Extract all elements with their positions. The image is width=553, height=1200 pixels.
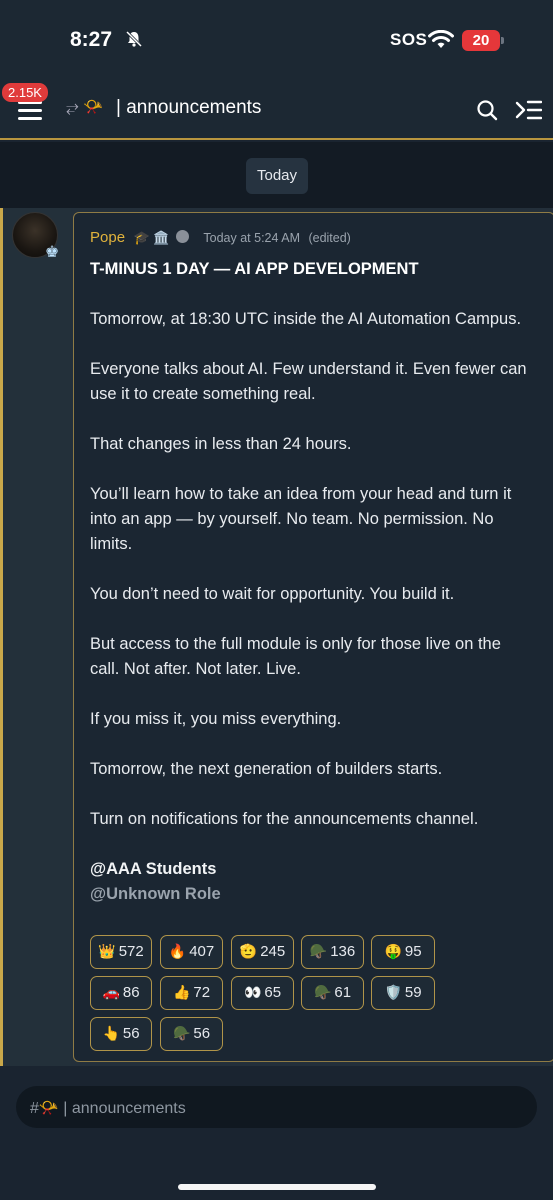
reaction-emoji-icon: 🤑 [384, 943, 402, 959]
members-panel-icon[interactable] [514, 98, 542, 122]
battery-indicator: 20 [462, 30, 500, 51]
message-meta: Pope 🎓 🏛️ Today at 5:24 AM (edited) [90, 229, 351, 249]
message-input[interactable]: #📯 | announcements [16, 1086, 537, 1128]
sos-indicator: SOS [390, 30, 428, 49]
status-bar: 8:27 SOS 20 [0, 0, 553, 80]
edited-label: (edited) [308, 231, 351, 245]
reaction-count: 61 [334, 984, 352, 1001]
reaction-count: 72 [193, 984, 211, 1001]
channel-title[interactable]: | announcements [116, 97, 261, 119]
clock: 8:27 [70, 28, 113, 51]
paragraph: You’ll learn how to take an idea from yo… [90, 485, 512, 553]
reaction-chip[interactable]: 🪖 61 [301, 976, 364, 1010]
wifi-icon [428, 30, 454, 48]
reaction-emoji-icon: 🔥 [168, 943, 187, 959]
role-mention[interactable]: @Unknown Role [90, 882, 530, 907]
reaction-chip[interactable]: 👑 572 [90, 935, 152, 969]
message-card: Pope 🎓 🏛️ Today at 5:24 AM (edited) T-MI… [73, 212, 553, 1062]
paragraph: That changes in less than 24 hours. [90, 435, 352, 453]
reaction-count: 572 [118, 943, 144, 960]
reaction-count: 136 [330, 943, 356, 960]
menu-button[interactable] [18, 101, 42, 121]
paragraph: But access to the full module is only fo… [90, 635, 501, 678]
date-divider: Today [0, 142, 553, 208]
author-name[interactable]: Pope [90, 229, 125, 246]
crown-badge-icon: ♚ [44, 244, 60, 261]
reaction-chip[interactable]: 🪖 56 [160, 1017, 223, 1051]
reaction-emoji-icon: 👍 [172, 984, 191, 1000]
reaction-emoji-icon: 🪖 [172, 1025, 191, 1041]
unread-badge: 2.15K [2, 83, 48, 102]
reaction-chip[interactable]: 🤑 95 [371, 935, 435, 969]
reaction-emoji-icon: 🛡️ [384, 984, 402, 1000]
message-headline: T-MINUS 1 DAY — AI APP DEVELOPMENT [90, 260, 419, 278]
reaction-chip[interactable]: 🔥 407 [160, 935, 223, 969]
home-indicator[interactable] [178, 1184, 376, 1190]
channel-header: 2.15K ⥂ 📯 | announcements [0, 80, 553, 140]
reaction-count: 407 [189, 943, 215, 960]
bell-muted-icon [125, 30, 143, 48]
composer-area: #📯 | announcements [0, 1066, 553, 1200]
reaction-emoji-icon: 🪖 [313, 984, 332, 1000]
reaction-emoji-icon: 🫡 [239, 943, 258, 959]
date-chip: Today [246, 158, 308, 194]
author-role-icons: 🎓 🏛️ [133, 230, 170, 245]
reaction-chip[interactable]: 🫡 245 [231, 935, 294, 969]
message-input-placeholder: #📯 | announcements [30, 1100, 186, 1117]
reaction-emoji-icon: 👑 [98, 943, 116, 959]
message-row: ♚ Pope 🎓 🏛️ Today at 5:24 AM (edited) T-… [0, 208, 553, 1066]
paragraph: You don’t need to wait for opportunity. … [90, 585, 455, 603]
paragraph: Tomorrow, the next generation of builder… [90, 760, 443, 778]
reaction-emoji-icon: 🚗 [102, 984, 120, 1000]
message-body: T-MINUS 1 DAY — AI APP DEVELOPMENT Tomor… [90, 257, 530, 907]
reaction-emoji-icon: 👀 [243, 984, 262, 1000]
avatar-column [3, 208, 71, 1066]
reaction-chip[interactable]: 🚗 86 [90, 976, 152, 1010]
reaction-count: 95 [404, 943, 422, 960]
paragraph: If you miss it, you miss everything. [90, 710, 342, 728]
reaction-chip[interactable]: 👆 56 [90, 1017, 152, 1051]
channel-type-icons: ⥂ 📯 [66, 99, 104, 116]
role-mention[interactable]: @AAA Students [90, 857, 530, 882]
reaction-chip[interactable]: 👀 65 [231, 976, 294, 1010]
paragraph: Turn on notifications for the announceme… [90, 810, 479, 828]
reaction-count: 56 [122, 1025, 140, 1042]
reaction-chip[interactable]: 👍 72 [160, 976, 223, 1010]
reaction-emoji-icon: 👆 [102, 1025, 120, 1041]
search-icon[interactable] [476, 99, 498, 121]
reaction-count: 59 [404, 984, 422, 1001]
paragraph: Everyone talks about AI. Few understand … [90, 360, 527, 403]
reaction-emoji-icon: 🪖 [309, 943, 328, 959]
reaction-chip[interactable]: 🪖 136 [301, 935, 364, 969]
message-timestamp: Today at 5:24 AM [203, 231, 300, 245]
verified-icon [175, 230, 189, 243]
reaction-count: 65 [264, 984, 282, 1001]
reaction-chip[interactable]: 🛡️ 59 [371, 976, 435, 1010]
reaction-count: 86 [122, 984, 140, 1001]
reaction-count: 245 [260, 943, 286, 960]
battery-tip [501, 37, 504, 44]
reaction-count: 56 [193, 1025, 211, 1042]
paragraph: Tomorrow, at 18:30 UTC inside the AI Aut… [90, 310, 522, 328]
